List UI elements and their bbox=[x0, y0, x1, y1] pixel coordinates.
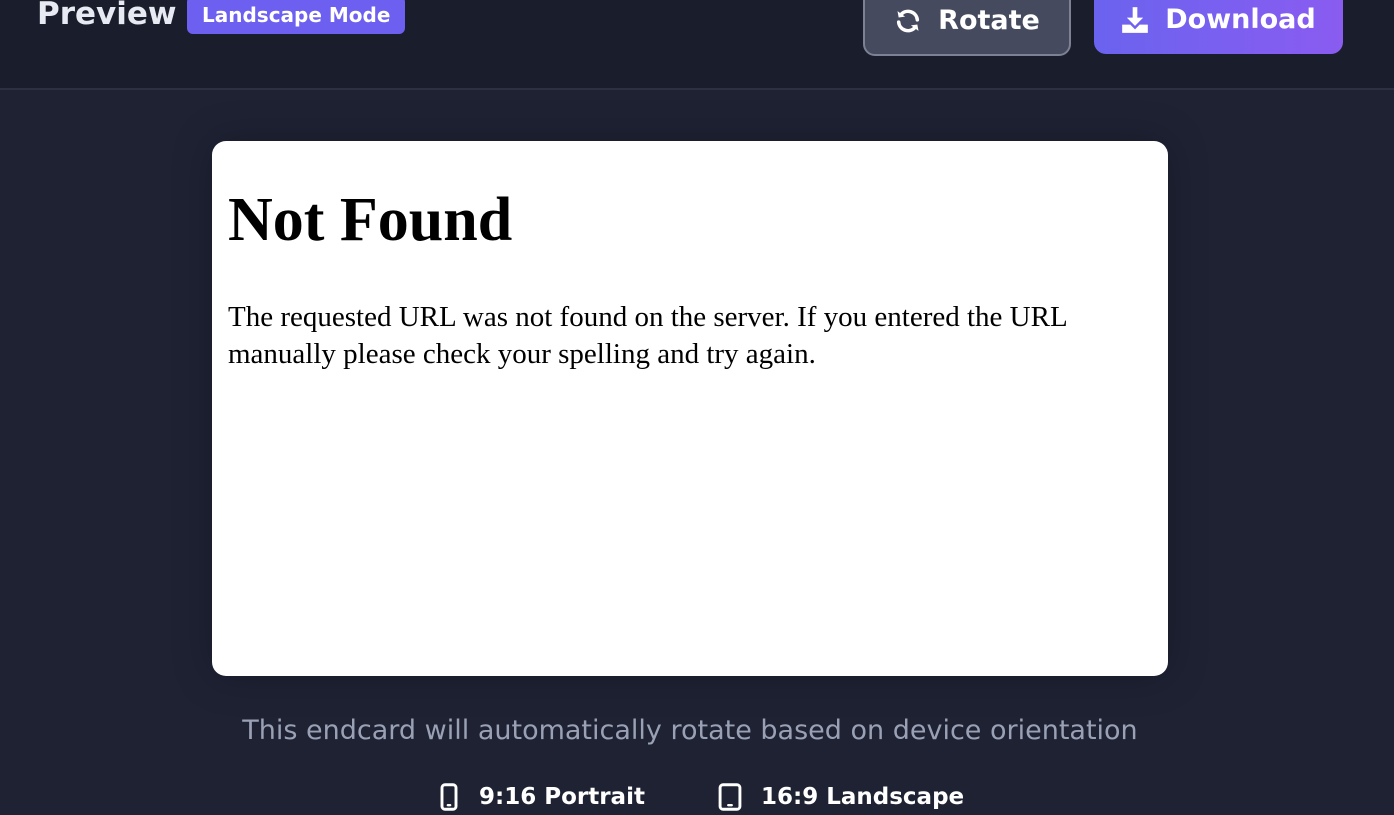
not-found-message: The requested URL was not found on the s… bbox=[228, 301, 1067, 370]
landscape-label: 16:9 Landscape bbox=[761, 784, 965, 810]
mobile-phone-icon bbox=[437, 783, 461, 811]
download-icon bbox=[1121, 6, 1149, 34]
portrait-option: 9:16 Portrait bbox=[437, 779, 645, 815]
endcard-preview-frame: Not Found The requested URL was not foun… bbox=[212, 141, 1168, 676]
landscape-option: 16:9 Landscape bbox=[717, 779, 964, 815]
download-label: Download bbox=[1165, 4, 1316, 35]
not-found-heading: Not Found bbox=[228, 186, 513, 254]
tablet-icon bbox=[717, 783, 743, 811]
rotate-button[interactable]: Rotate bbox=[863, 0, 1071, 56]
page-title: Preview bbox=[37, 0, 177, 32]
download-button[interactable]: Download bbox=[1094, 0, 1343, 54]
rotation-caption: This endcard will automatically rotate b… bbox=[242, 715, 1138, 746]
rotate-label: Rotate bbox=[938, 5, 1040, 36]
rotate-icon bbox=[894, 7, 922, 35]
portrait-label: 9:16 Portrait bbox=[479, 784, 645, 810]
mode-badge: Landscape Mode bbox=[187, 0, 406, 34]
top-bar: Preview Landscape Mode Rotate Download bbox=[0, 0, 1394, 90]
